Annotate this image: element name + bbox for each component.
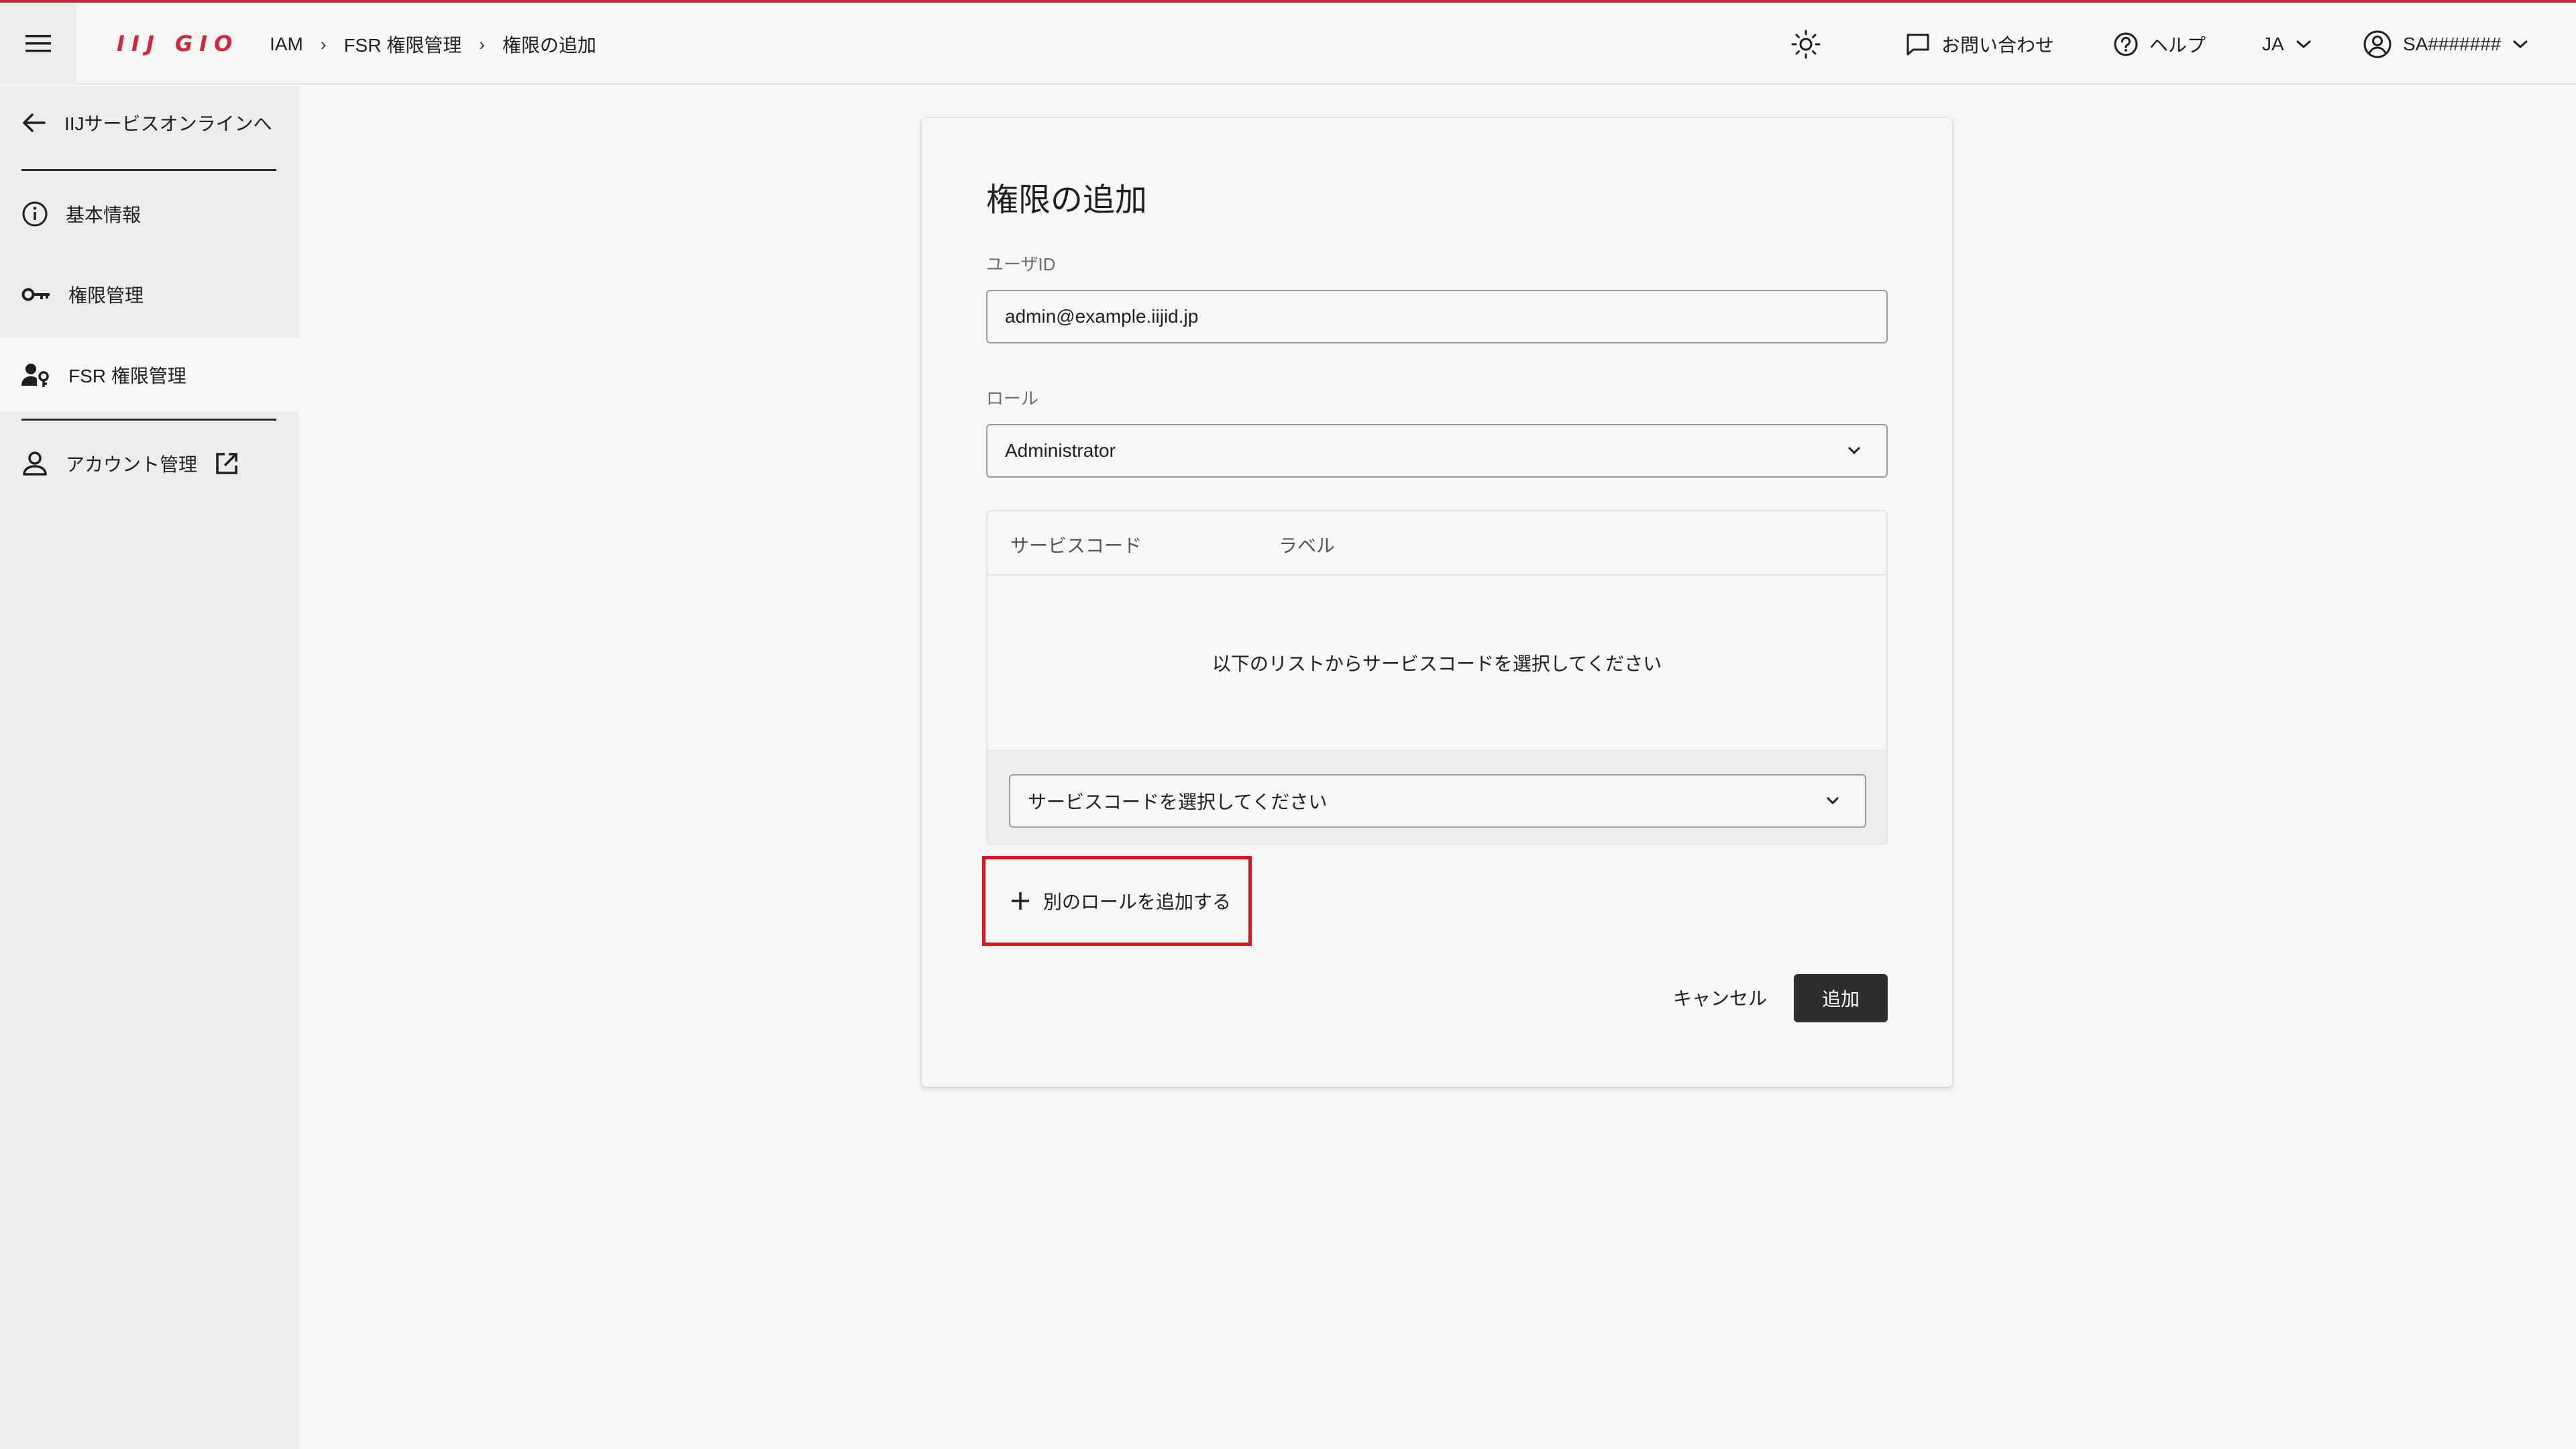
- breadcrumb: IAM › FSR 権限管理 › 権限の追加: [270, 30, 596, 59]
- chevron-down-icon: [1827, 797, 1839, 805]
- contact-label: お問い合わせ: [1941, 35, 2055, 56]
- user-name: SA#######: [2403, 34, 2502, 54]
- user-id-label: ユーザID: [986, 254, 1056, 274]
- help-link[interactable]: ヘルプ: [2113, 23, 2206, 66]
- service-code-placeholder: サービスコードを選択してください: [1028, 792, 1328, 812]
- service-code-table: サービスコード ラベル 以下のリストからサービスコードを選択してください サービ…: [986, 510, 1888, 845]
- contact-link[interactable]: お問い合わせ: [1905, 23, 2054, 66]
- external-link-icon: [216, 453, 237, 474]
- sidebar-item-label: 基本情報: [66, 205, 142, 225]
- key-icon: [21, 288, 50, 301]
- help-label: ヘルプ: [2149, 35, 2206, 56]
- sidebar-divider: [21, 419, 276, 421]
- logo[interactable]: IIJ GIO: [117, 32, 239, 55]
- user-circle-icon: [2363, 30, 2392, 58]
- app-header: IIJ GIO IAM › FSR 権限管理 › 権限の追加 お問い合わせ ヘル…: [0, 3, 2576, 85]
- sidebar-item-account[interactable]: アカウント管理: [0, 427, 299, 500]
- role-select[interactable]: Administrator: [986, 424, 1888, 478]
- breadcrumb-separator: ›: [320, 34, 327, 54]
- chevron-down-icon: [2296, 40, 2311, 49]
- sun-icon: [1791, 30, 1821, 59]
- column-header-label: ラベル: [1279, 535, 1336, 556]
- chevron-down-icon: [2513, 40, 2528, 49]
- add-another-role-button[interactable]: 別のロールを追加する: [982, 856, 1252, 946]
- language-selector[interactable]: JA: [2262, 23, 2312, 66]
- info-icon: [22, 201, 48, 227]
- breadcrumb-item-iam[interactable]: IAM: [270, 34, 303, 55]
- chat-bubble-icon: [1907, 34, 1929, 56]
- arrow-left-icon: [23, 113, 46, 132]
- sidebar-item-label: アカウント管理: [66, 454, 198, 475]
- add-role-label: 別のロールを追加する: [1043, 892, 1232, 912]
- user-id-value: admin@example.iijid.jp: [1005, 306, 1199, 327]
- sidebar-back-label: IIJサービスオンラインへ: [64, 113, 272, 134]
- sidebar-item-fsr-permissions[interactable]: FSR 権限管理: [0, 338, 299, 412]
- sidebar-divider: [21, 169, 276, 171]
- sidebar-back-link[interactable]: IIJサービスオンラインへ: [0, 86, 299, 160]
- language-label: JA: [2262, 34, 2284, 54]
- table-header: サービスコード ラベル: [987, 511, 1886, 576]
- service-code-select[interactable]: サービスコードを選択してください: [1009, 774, 1866, 828]
- add-button[interactable]: 追加: [1794, 974, 1888, 1022]
- page-title: 権限の追加: [986, 182, 1148, 218]
- person-icon: [23, 451, 47, 476]
- sidebar-item-label: FSR 権限管理: [68, 366, 186, 386]
- sidebar-item-permissions[interactable]: 権限管理: [0, 258, 299, 331]
- breadcrumb-item-fsr[interactable]: FSR 権限管理: [343, 31, 462, 58]
- breadcrumb-item-current: 権限の追加: [502, 35, 596, 56]
- plus-icon: [1012, 892, 1029, 910]
- question-circle-icon: [2114, 32, 2138, 56]
- empty-state-message: 以下のリストからサービスコードを選択してください: [1212, 653, 1662, 674]
- user-key-icon: [21, 364, 49, 387]
- breadcrumb-separator: ›: [479, 34, 485, 54]
- role-value: Administrator: [1005, 440, 1116, 461]
- table-footer: サービスコードを選択してください: [987, 750, 1886, 845]
- hamburger-icon: [25, 35, 51, 52]
- column-header-service-code: サービスコード: [1010, 535, 1142, 556]
- theme-toggle-button[interactable]: [1784, 23, 1827, 66]
- sidebar-item-label: 権限管理: [68, 285, 144, 306]
- role-label: ロール: [986, 388, 1039, 409]
- user-id-field[interactable]: admin@example.iijid.jp: [986, 290, 1888, 343]
- sidebar-item-basic-info[interactable]: 基本情報: [0, 177, 299, 251]
- chevron-down-icon: [1848, 447, 1860, 455]
- sidebar: IIJサービスオンラインへ 基本情報 権限管理 FSR 権限管理 アカウント管理: [0, 86, 299, 1449]
- add-permission-card: 権限の追加 ユーザID admin@example.iijid.jp ロール A…: [922, 118, 1952, 1087]
- user-menu[interactable]: SA#######: [2363, 23, 2529, 66]
- cancel-button[interactable]: キャンセル: [1660, 974, 1780, 1021]
- menu-button[interactable]: [0, 3, 76, 85]
